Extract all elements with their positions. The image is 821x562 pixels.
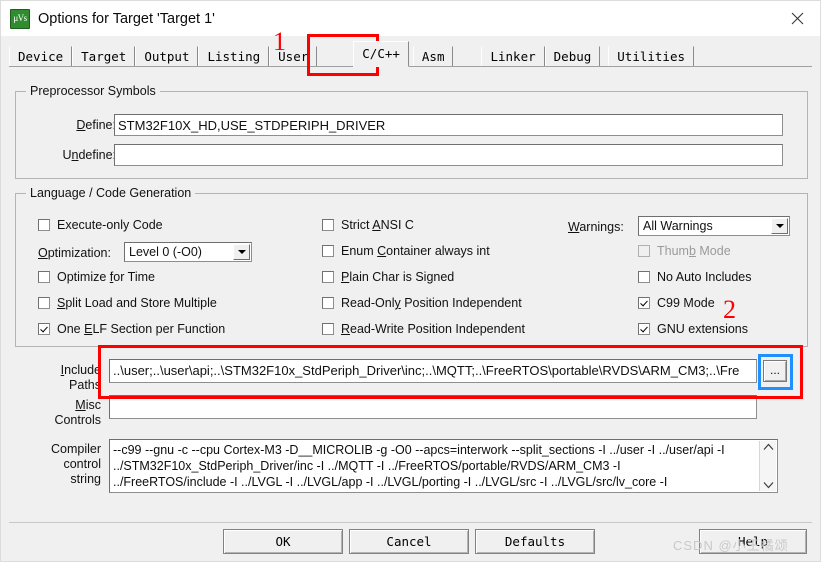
checkbox-c99-mode[interactable]: C99 Mode xyxy=(638,296,715,310)
checkbox-box xyxy=(638,323,650,335)
footer-divider xyxy=(9,522,812,523)
checkbox-read-only-position-independent[interactable]: Read-Only Position Independent xyxy=(322,296,522,310)
checkbox-label: No Auto Includes xyxy=(657,270,752,284)
language-code-generation-group: Language / Code Generation Execute-only … xyxy=(15,186,808,347)
checkbox-label: C99 Mode xyxy=(657,296,715,310)
checkbox-gnu-extensions[interactable]: GNU extensions xyxy=(638,322,748,336)
compiler-string-line-3: ../FreeRTOS/include -I ../LVGL -I ../LVG… xyxy=(113,475,668,489)
checkbox-label: Thumb Mode xyxy=(657,244,731,258)
checkbox-label: Optimize for Time xyxy=(57,270,155,284)
checkbox-plain-char-is-signed[interactable]: Plain Char is Signed xyxy=(322,270,454,284)
compiler-control-string-label: Compiler control string xyxy=(23,442,101,487)
tab-target[interactable]: Target xyxy=(72,46,136,66)
page-title: Options for Target 'Target 1' xyxy=(38,10,215,27)
close-button[interactable] xyxy=(774,1,820,36)
checkbox-split-load-store-multiple[interactable]: Split Load and Store Multiple xyxy=(38,296,217,310)
tab-strip: Device Target Output Listing User C/C++ … xyxy=(9,41,812,67)
include-paths-label: Include Paths xyxy=(27,363,101,393)
optimization-label: Optimization: xyxy=(38,246,111,260)
checkbox-box xyxy=(638,271,650,283)
language-legend: Language / Code Generation xyxy=(26,186,196,200)
include-paths-label-line2: Paths xyxy=(69,378,101,392)
checkbox-execute-only-code[interactable]: Execute-only Code xyxy=(38,218,163,232)
title-bar: Options for Target 'Target 1' xyxy=(1,1,820,36)
checkbox-label: GNU extensions xyxy=(657,322,749,336)
compiler-string-scrollbar[interactable] xyxy=(759,441,776,491)
checkbox-box xyxy=(638,245,650,257)
optimization-value: Level 0 (-O0) xyxy=(129,245,202,259)
checkbox-box xyxy=(322,219,334,231)
checkbox-label: Read-Only Position Independent xyxy=(341,296,522,310)
tab-c-cpp[interactable]: C/C++ xyxy=(353,41,409,67)
options-dialog: Options for Target 'Target 1' Device Tar… xyxy=(0,0,821,562)
tab-linker[interactable]: Linker xyxy=(481,46,545,66)
checkbox-strict-ansi-c[interactable]: Strict ANSI C xyxy=(322,218,414,232)
warnings-select[interactable]: All Warnings xyxy=(638,216,790,236)
checkbox-box xyxy=(38,323,50,335)
warnings-value: All Warnings xyxy=(643,219,713,233)
checkbox-label: One ELF Section per Function xyxy=(57,322,226,336)
checkbox-box xyxy=(38,219,50,231)
defaults-button[interactable]: Defaults xyxy=(475,529,595,554)
tab-listing[interactable]: Listing xyxy=(198,46,270,66)
chevron-down-icon[interactable] xyxy=(771,218,788,234)
checkbox-enum-container-always-int[interactable]: Enum Container always int xyxy=(322,244,490,258)
close-icon xyxy=(791,12,803,25)
misc-controls-label: Misc Controls xyxy=(27,398,101,428)
tab-asm[interactable]: Asm xyxy=(412,46,454,66)
checkbox-box xyxy=(322,271,334,283)
compiler-label-line1: Compiler xyxy=(50,442,101,456)
checkbox-box xyxy=(322,297,334,309)
checkbox-box xyxy=(38,297,50,309)
include-paths-browse-button[interactable]: ... xyxy=(763,360,787,382)
checkbox-label: Execute-only Code xyxy=(57,218,163,232)
compiler-string-line-1: --c99 --gnu -c --cpu Cortex-M3 -D__MICRO… xyxy=(113,443,725,457)
checkbox-box xyxy=(322,323,334,335)
define-input[interactable]: STM32F10X_HD,USE_STDPERIPH_DRIVER xyxy=(114,114,783,136)
undefine-input[interactable] xyxy=(114,144,783,166)
optimization-select[interactable]: Level 0 (-O0) xyxy=(124,242,252,262)
compiler-label-line2: control xyxy=(63,457,101,471)
tab-device[interactable]: Device xyxy=(9,46,73,66)
preprocessor-symbols-group: Preprocessor Symbols Define: STM32F10X_H… xyxy=(15,84,808,179)
checkbox-label: Enum Container always int xyxy=(341,244,490,258)
tab-output[interactable]: Output xyxy=(135,46,199,66)
checkbox-read-write-position-independent[interactable]: Read-Write Position Independent xyxy=(322,322,525,336)
compiler-label-line3: string xyxy=(70,472,101,486)
checkbox-thumb-mode: Thumb Mode xyxy=(638,244,731,258)
checkbox-label: Split Load and Store Multiple xyxy=(57,296,217,310)
tab-debug[interactable]: Debug xyxy=(544,46,601,66)
preprocessor-legend: Preprocessor Symbols xyxy=(26,84,160,98)
checkbox-box xyxy=(638,297,650,309)
checkbox-optimize-for-time[interactable]: Optimize for Time xyxy=(38,270,155,284)
include-paths-input[interactable]: ..\user;..\user\api;..\STM32F10x_StdPeri… xyxy=(109,359,757,383)
checkbox-box xyxy=(322,245,334,257)
checkbox-no-auto-includes[interactable]: No Auto Includes xyxy=(638,270,752,284)
checkbox-label: Read-Write Position Independent xyxy=(341,322,525,336)
chevron-up-icon[interactable] xyxy=(763,443,774,451)
checkbox-label: Plain Char is Signed xyxy=(341,270,455,284)
tab-utilities[interactable]: Utilities xyxy=(608,46,695,66)
define-label: Define: xyxy=(76,118,116,132)
warnings-label: Warnings: xyxy=(568,220,624,234)
misc-controls-label-line2: Controls xyxy=(54,413,101,427)
chevron-down-icon[interactable] xyxy=(233,244,250,260)
tab-user[interactable]: User xyxy=(269,46,318,66)
misc-controls-input[interactable] xyxy=(109,395,757,419)
compiler-control-string-box[interactable]: --c99 --gnu -c --cpu Cortex-M3 -D__MICRO… xyxy=(109,439,778,493)
undefine-label: Undefine: xyxy=(62,148,116,162)
help-button[interactable]: Help xyxy=(699,529,807,554)
chevron-down-icon[interactable] xyxy=(763,481,774,489)
cancel-button[interactable]: Cancel xyxy=(349,529,469,554)
compiler-string-line-2: ../STM32F10x_StdPeriph_Driver/inc -I ../… xyxy=(113,459,621,473)
checkbox-one-elf-section-per-function[interactable]: One ELF Section per Function xyxy=(38,322,225,336)
checkbox-box xyxy=(38,271,50,283)
keil-uvision-icon xyxy=(10,8,30,29)
ok-button[interactable]: OK xyxy=(223,529,343,554)
checkbox-label: Strict ANSI C xyxy=(341,218,414,232)
